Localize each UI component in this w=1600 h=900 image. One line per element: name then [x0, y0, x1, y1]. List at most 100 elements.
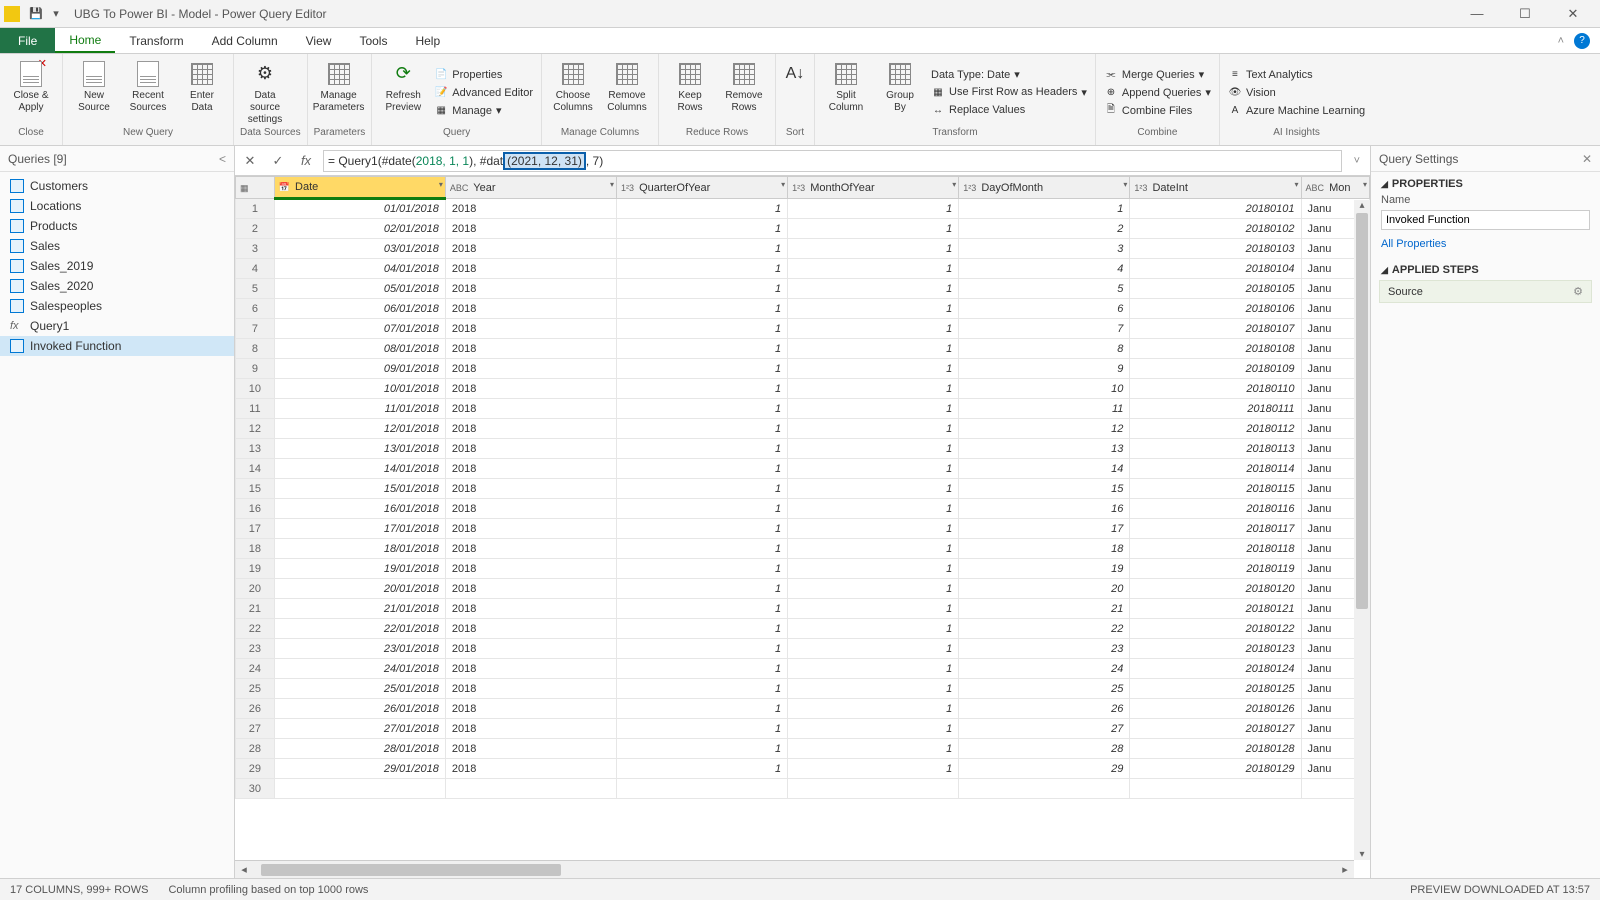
cell-dateint[interactable]: 20180126 [1130, 699, 1301, 719]
cell-year[interactable]: 2018 [445, 219, 616, 239]
row-number[interactable]: 29 [236, 759, 275, 779]
cell-year[interactable]: 2018 [445, 499, 616, 519]
formula-input[interactable]: = Query1(#date(2018, 1, 1), #dat(2021, 1… [323, 150, 1342, 172]
cell-dateint[interactable]: 20180125 [1130, 679, 1301, 699]
row-number[interactable]: 26 [236, 699, 275, 719]
cell-date[interactable]: 22/01/2018 [274, 619, 445, 639]
table-row[interactable]: 2626/01/20182018112620180126Janu [236, 699, 1370, 719]
cell-dateint[interactable]: 20180109 [1130, 359, 1301, 379]
row-number[interactable]: 10 [236, 379, 275, 399]
data-source-settings-button[interactable]: ⚙Data source settings [240, 58, 290, 127]
recent-sources-button[interactable]: Recent Sources [123, 58, 173, 127]
cell-day[interactable]: 7 [959, 319, 1130, 339]
vision-button[interactable]: 👁Vision [1226, 85, 1367, 101]
cell-quarter[interactable]: 1 [617, 199, 788, 219]
cell-quarter[interactable]: 1 [617, 759, 788, 779]
cell-day[interactable]: 11 [959, 399, 1130, 419]
table-row[interactable]: 303/01/2018201811320180103Janu [236, 239, 1370, 259]
cell-month[interactable]: 1 [788, 339, 959, 359]
cell-day[interactable]: 27 [959, 719, 1130, 739]
cell-day[interactable]: 14 [959, 459, 1130, 479]
remove-rows-button[interactable]: Remove Rows [719, 58, 769, 127]
cell-year[interactable]: 2018 [445, 699, 616, 719]
merge-queries-button[interactable]: ⫘Merge Queries ▾ [1102, 67, 1213, 83]
cell-quarter[interactable]: 1 [617, 379, 788, 399]
row-number[interactable]: 5 [236, 279, 275, 299]
data-type-button[interactable]: Data Type: Date ▾ [929, 67, 1089, 82]
filter-icon[interactable]: ▾ [1295, 180, 1299, 189]
cell-date[interactable]: 13/01/2018 [274, 439, 445, 459]
cancel-formula-button[interactable]: ✕ [239, 150, 261, 172]
replace-values-button[interactable]: ↔Replace Values [929, 102, 1089, 118]
choose-columns-button[interactable]: Choose Columns [548, 58, 598, 127]
cell-year[interactable]: 2018 [445, 419, 616, 439]
table-row[interactable]: 1818/01/20182018111820180118Janu [236, 539, 1370, 559]
cell-year[interactable]: 2018 [445, 259, 616, 279]
cell-month[interactable]: 1 [788, 199, 959, 219]
tab-add-column[interactable]: Add Column [198, 28, 292, 53]
table-row[interactable]: 2424/01/20182018112420180124Janu [236, 659, 1370, 679]
column-header-mon[interactable]: ABC Mon▾ [1301, 177, 1369, 199]
row-number[interactable]: 30 [236, 779, 275, 799]
cell-month[interactable]: 1 [788, 279, 959, 299]
cell-quarter[interactable]: 1 [617, 399, 788, 419]
table-row[interactable]: 202/01/2018201811220180102Janu [236, 219, 1370, 239]
maximize-button[interactable]: ☐ [1510, 6, 1540, 22]
filter-icon[interactable]: ▾ [439, 180, 443, 189]
cell-quarter[interactable]: 1 [617, 599, 788, 619]
query-item-invoked-function[interactable]: Invoked Function [0, 336, 234, 356]
tab-transform[interactable]: Transform [115, 28, 197, 53]
cell-quarter[interactable]: 1 [617, 539, 788, 559]
cell-dateint[interactable]: 20180122 [1130, 619, 1301, 639]
cell-quarter[interactable]: 1 [617, 239, 788, 259]
cell-quarter[interactable]: 1 [617, 659, 788, 679]
scroll-thumb[interactable] [1356, 213, 1368, 609]
cell-day[interactable]: 24 [959, 659, 1130, 679]
table-row[interactable]: 2323/01/20182018112320180123Janu [236, 639, 1370, 659]
cell-year[interactable]: 2018 [445, 719, 616, 739]
table-row[interactable]: 909/01/2018201811920180109Janu [236, 359, 1370, 379]
row-number[interactable]: 12 [236, 419, 275, 439]
table-row[interactable]: 1010/01/20182018111020180110Janu [236, 379, 1370, 399]
cell-quarter[interactable]: 1 [617, 479, 788, 499]
cell-year[interactable]: 2018 [445, 759, 616, 779]
cell-day[interactable]: 21 [959, 599, 1130, 619]
query-item-query1[interactable]: fxQuery1 [0, 316, 234, 336]
cell-quarter[interactable]: 1 [617, 299, 788, 319]
query-item-sales_2019[interactable]: Sales_2019 [0, 256, 234, 276]
table-row[interactable]: 2727/01/20182018112720180127Janu [236, 719, 1370, 739]
cell-quarter[interactable]: 1 [617, 719, 788, 739]
tab-view[interactable]: View [292, 28, 346, 53]
cell-dateint[interactable]: 20180106 [1130, 299, 1301, 319]
cell-day[interactable]: 4 [959, 259, 1130, 279]
cell-dateint[interactable]: 20180101 [1130, 199, 1301, 219]
cell-dateint[interactable]: 20180127 [1130, 719, 1301, 739]
cell-day[interactable]: 1 [959, 199, 1130, 219]
cell-year[interactable]: 2018 [445, 579, 616, 599]
cell-month[interactable]: 1 [788, 759, 959, 779]
cell-month[interactable]: 1 [788, 499, 959, 519]
cell-quarter[interactable]: 1 [617, 679, 788, 699]
new-source-button[interactable]: New Source [69, 58, 119, 127]
cell-dateint[interactable]: 20180112 [1130, 419, 1301, 439]
cell-day[interactable]: 28 [959, 739, 1130, 759]
table-row[interactable]: 101/01/2018201811120180101Janu [236, 199, 1370, 219]
query-item-sales_2020[interactable]: Sales_2020 [0, 276, 234, 296]
cell-year[interactable]: 2018 [445, 619, 616, 639]
query-item-products[interactable]: Products [0, 216, 234, 236]
cell-date[interactable]: 18/01/2018 [274, 539, 445, 559]
cell-day[interactable]: 23 [959, 639, 1130, 659]
cell-date[interactable]: 17/01/2018 [274, 519, 445, 539]
table-row[interactable]: 2929/01/20182018112920180129Janu [236, 759, 1370, 779]
row-number[interactable]: 7 [236, 319, 275, 339]
cell-date[interactable]: 08/01/2018 [274, 339, 445, 359]
sort-asc-button[interactable]: A↓ [782, 58, 808, 127]
cell-day[interactable]: 9 [959, 359, 1130, 379]
cell-quarter[interactable]: 1 [617, 439, 788, 459]
table-row[interactable]: 1313/01/20182018111320180113Janu [236, 439, 1370, 459]
cell-month[interactable]: 1 [788, 599, 959, 619]
cell-quarter[interactable]: 1 [617, 699, 788, 719]
cell-date[interactable]: 09/01/2018 [274, 359, 445, 379]
filter-icon[interactable]: ▾ [610, 180, 614, 189]
cell-year[interactable]: 2018 [445, 239, 616, 259]
